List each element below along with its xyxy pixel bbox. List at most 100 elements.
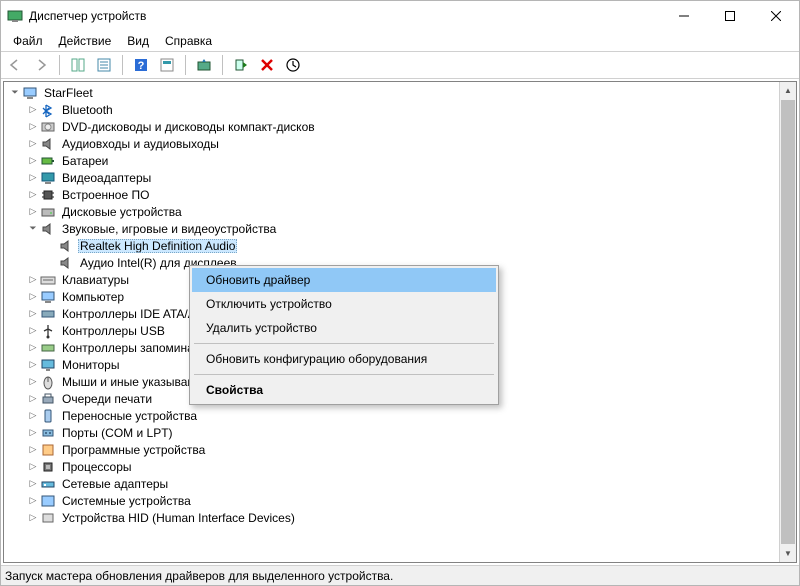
- cpu-icon: [40, 459, 56, 475]
- expand-icon[interactable]: ▷: [26, 409, 40, 423]
- show-hidden-button[interactable]: [66, 53, 90, 77]
- context-scan-hardware[interactable]: Обновить конфигурацию оборудования: [192, 347, 496, 371]
- collapse-icon[interactable]: ⏷: [8, 86, 22, 100]
- expand-icon[interactable]: ▷: [26, 188, 40, 202]
- tree-node-processors[interactable]: ▷ Процессоры: [8, 458, 779, 475]
- collapse-icon[interactable]: ⏷: [26, 222, 40, 236]
- vertical-scrollbar[interactable]: ▲ ▼: [779, 82, 796, 562]
- software-icon: [40, 442, 56, 458]
- help-button[interactable]: ?: [129, 53, 153, 77]
- menu-file[interactable]: Файл: [5, 32, 51, 50]
- speaker-icon: [40, 136, 56, 152]
- controller-icon: [40, 306, 56, 322]
- expand-icon[interactable]: ▷: [26, 324, 40, 338]
- expand-icon[interactable]: ▷: [26, 341, 40, 355]
- tree-node-audio-io[interactable]: ▷ Аудиовходы и аудиовыходы: [8, 135, 779, 152]
- titlebar: Диспетчер устройств: [1, 1, 799, 31]
- menu-help[interactable]: Справка: [157, 32, 220, 50]
- tree-node-portable[interactable]: ▷ Переносные устройства: [8, 407, 779, 424]
- maximize-button[interactable]: [707, 1, 753, 31]
- expand-icon[interactable]: ▷: [26, 137, 40, 151]
- tree-node-bluetooth[interactable]: ▷ Bluetooth: [8, 101, 779, 118]
- monitor-icon: [40, 357, 56, 373]
- keyboard-icon: [40, 272, 56, 288]
- enable-button[interactable]: [229, 53, 253, 77]
- speaker-icon: [58, 255, 74, 271]
- speaker-icon: [58, 238, 74, 254]
- tree-node-dvd[interactable]: ▷ DVD-дисководы и дисководы компакт-диск…: [8, 118, 779, 135]
- close-button[interactable]: [753, 1, 799, 31]
- computer-icon: [22, 85, 38, 101]
- expand-icon[interactable]: ▷: [26, 426, 40, 440]
- tree-node-realtek-audio[interactable]: ▷ Realtek High Definition Audio: [8, 237, 779, 254]
- expand-icon[interactable]: ▷: [26, 392, 40, 406]
- expand-icon[interactable]: ▷: [26, 494, 40, 508]
- printer-icon: [40, 391, 56, 407]
- tree-node-network[interactable]: ▷ Сетевые адаптеры: [8, 475, 779, 492]
- port-icon: [40, 425, 56, 441]
- expand-icon[interactable]: ▷: [26, 205, 40, 219]
- menubar: Файл Действие Вид Справка: [1, 31, 799, 51]
- network-icon: [40, 476, 56, 492]
- expand-icon[interactable]: ▷: [26, 477, 40, 491]
- usb-icon: [40, 323, 56, 339]
- hid-icon: [40, 510, 56, 526]
- expand-icon[interactable]: ▷: [26, 511, 40, 525]
- scroll-thumb[interactable]: [781, 100, 795, 544]
- device-tree[interactable]: ⏷ StarFleet ▷ Bluetooth ▷ DVD-дисководы …: [4, 82, 779, 562]
- properties-button[interactable]: [92, 53, 116, 77]
- menu-view[interactable]: Вид: [119, 32, 157, 50]
- context-update-driver[interactable]: Обновить драйвер: [192, 268, 496, 292]
- toolbar-separator: [185, 55, 186, 75]
- tree-node-hid[interactable]: ▷ Устройства HID (Human Interface Device…: [8, 509, 779, 526]
- tree-node-disks[interactable]: ▷ Дисковые устройства: [8, 203, 779, 220]
- tree-node-batteries[interactable]: ▷ Батареи: [8, 152, 779, 169]
- context-uninstall-device[interactable]: Удалить устройство: [192, 316, 496, 340]
- back-button[interactable]: [3, 53, 27, 77]
- forward-button[interactable]: [29, 53, 53, 77]
- expand-icon[interactable]: ▷: [26, 375, 40, 389]
- tree-node-video[interactable]: ▷ Видеоадаптеры: [8, 169, 779, 186]
- expand-icon[interactable]: ▷: [26, 154, 40, 168]
- computer-icon: [40, 289, 56, 305]
- disk-icon: [40, 204, 56, 220]
- tree-root-label: StarFleet: [42, 86, 95, 100]
- uninstall-button[interactable]: [255, 53, 279, 77]
- scan-hardware-button[interactable]: [281, 53, 305, 77]
- context-properties[interactable]: Свойства: [192, 378, 496, 402]
- expand-icon[interactable]: ▷: [26, 443, 40, 457]
- context-separator: [194, 374, 494, 375]
- scroll-down-button[interactable]: ▼: [780, 545, 796, 562]
- portable-device-icon: [40, 408, 56, 424]
- action-button[interactable]: [155, 53, 179, 77]
- svg-text:?: ?: [138, 60, 145, 72]
- expand-icon[interactable]: ▷: [26, 171, 40, 185]
- tree-node-firmware[interactable]: ▷ Встроенное ПО: [8, 186, 779, 203]
- expand-icon[interactable]: ▷: [26, 103, 40, 117]
- expand-icon[interactable]: ▷: [26, 460, 40, 474]
- toolbar-separator: [59, 55, 60, 75]
- tree-node-system-devices[interactable]: ▷ Системные устройства: [8, 492, 779, 509]
- expand-icon[interactable]: ▷: [26, 120, 40, 134]
- tree-node-ports[interactable]: ▷ Порты (COM и LPT): [8, 424, 779, 441]
- expand-icon[interactable]: ▷: [26, 307, 40, 321]
- window-title: Диспетчер устройств: [29, 9, 146, 23]
- menu-action[interactable]: Действие: [51, 32, 120, 50]
- toolbar-separator: [222, 55, 223, 75]
- minimize-button[interactable]: [661, 1, 707, 31]
- tree-root[interactable]: ⏷ StarFleet: [8, 84, 779, 101]
- system-icon: [40, 493, 56, 509]
- expand-icon[interactable]: ▷: [26, 273, 40, 287]
- expand-icon[interactable]: ▷: [26, 358, 40, 372]
- context-disable-device[interactable]: Отключить устройство: [192, 292, 496, 316]
- controller-icon: [40, 340, 56, 356]
- update-driver-button[interactable]: [192, 53, 216, 77]
- scroll-up-button[interactable]: ▲: [780, 82, 796, 99]
- tree-node-software-devices[interactable]: ▷ Программные устройства: [8, 441, 779, 458]
- main-area: ⏷ StarFleet ▷ Bluetooth ▷ DVD-дисководы …: [3, 81, 797, 563]
- statusbar: Запуск мастера обновления драйверов для …: [1, 565, 799, 585]
- tree-node-sound-game-video[interactable]: ⏷ Звуковые, игровые и видеоустройства: [8, 220, 779, 237]
- mouse-icon: [40, 374, 56, 390]
- disc-drive-icon: [40, 119, 56, 135]
- expand-icon[interactable]: ▷: [26, 290, 40, 304]
